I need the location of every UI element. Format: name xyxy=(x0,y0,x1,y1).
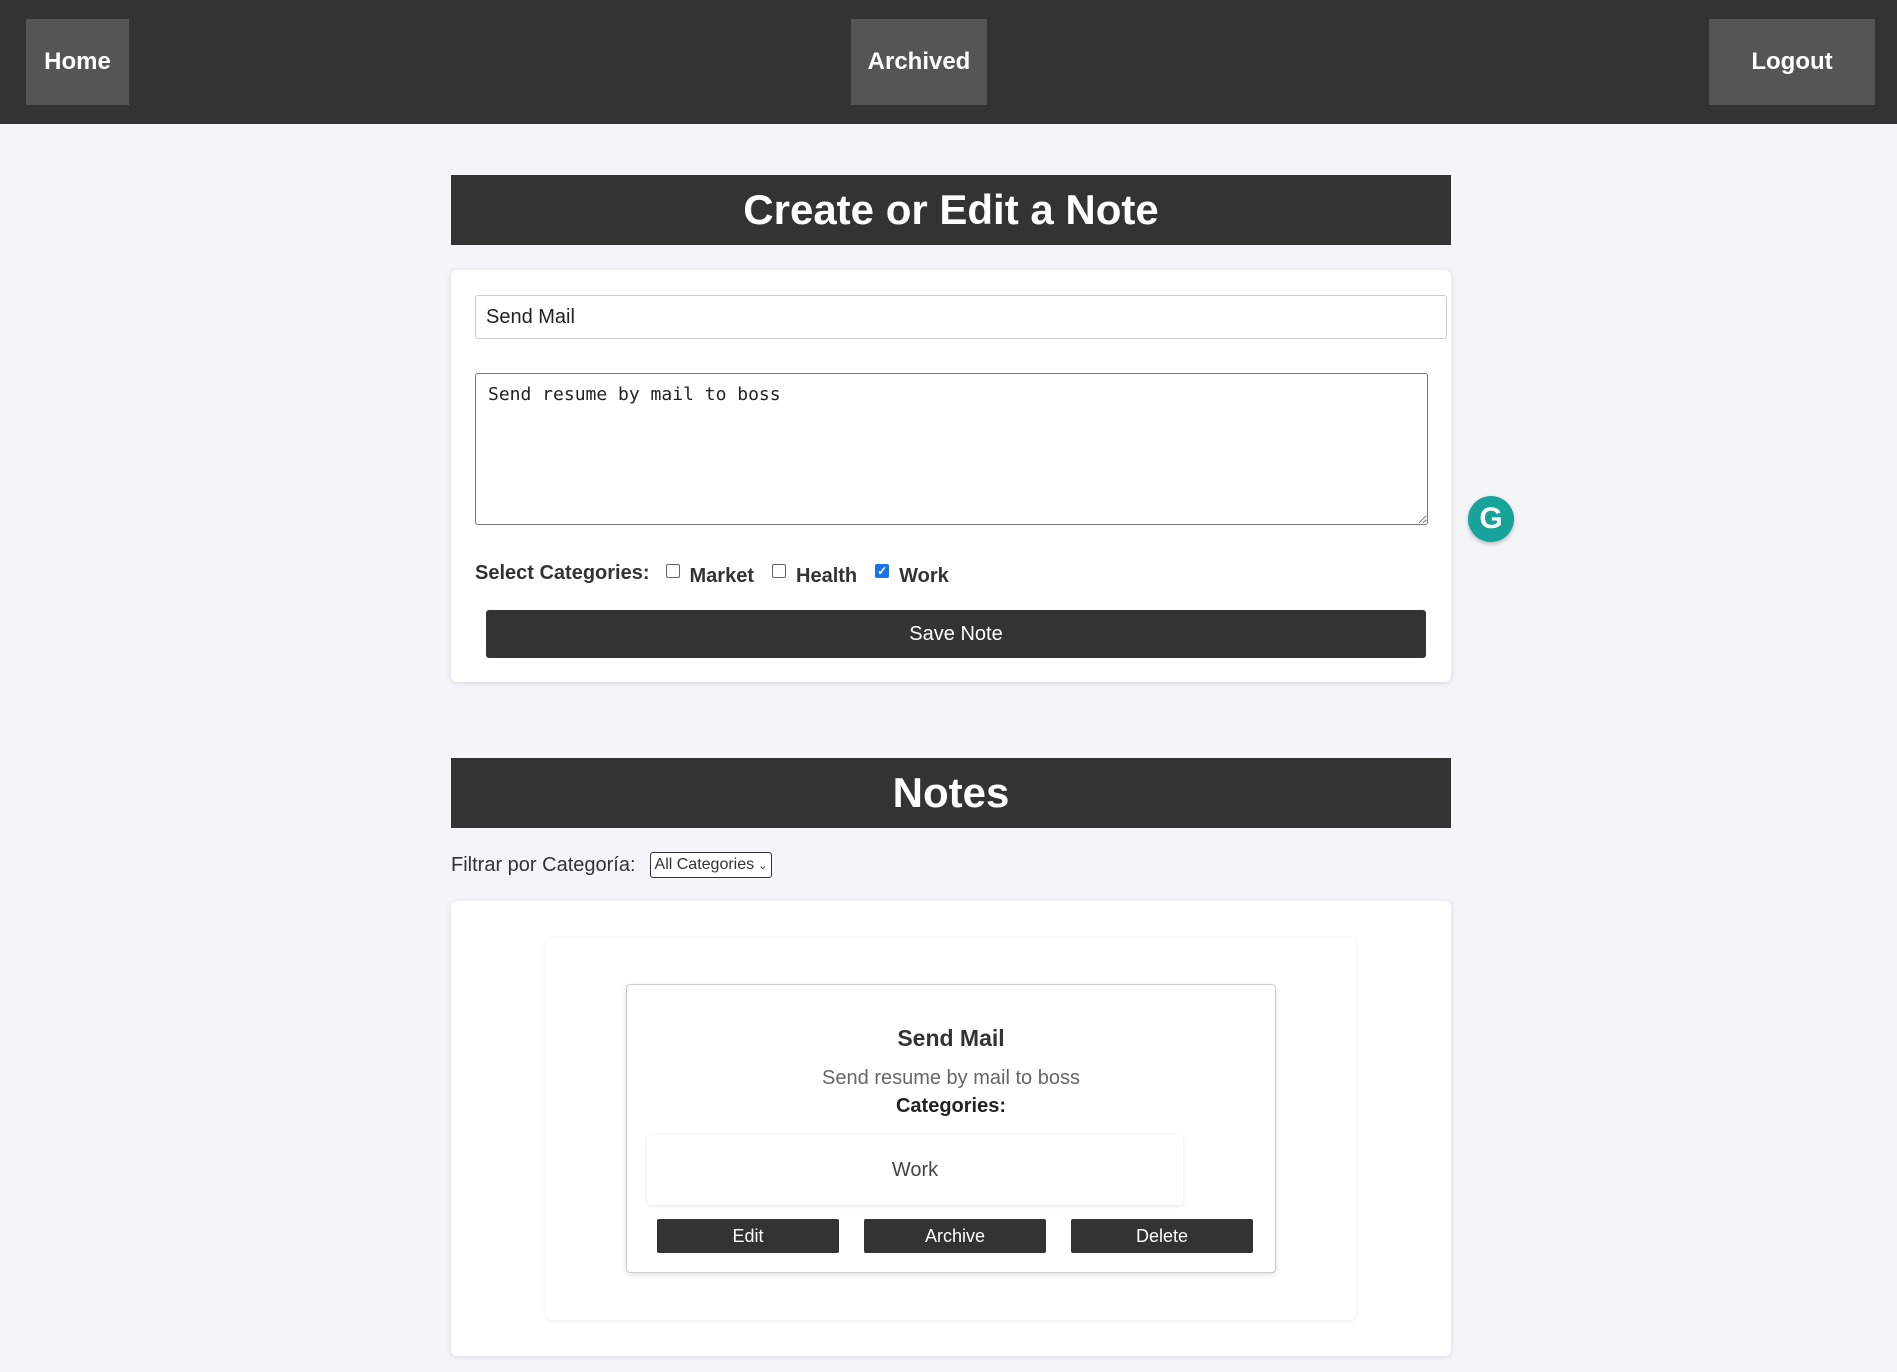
home-button[interactable]: Home xyxy=(26,19,129,105)
notes-list: Send Mail Send resume by mail to boss Ca… xyxy=(451,901,1451,1356)
market-checkbox-label[interactable]: Market xyxy=(690,565,754,588)
create-note-heading: Create or Edit a Note xyxy=(451,175,1451,245)
note-content-textarea[interactable]: Send resume by mail to boss xyxy=(475,373,1428,525)
health-checkbox[interactable] xyxy=(772,564,786,578)
note-card-title: Send Mail xyxy=(897,1025,1005,1051)
work-checkbox[interactable]: ✓ xyxy=(875,564,890,578)
top-navbar: Home Archived Logout xyxy=(0,0,1897,124)
work-checkbox-label[interactable]: Work xyxy=(899,565,949,588)
logout-button[interactable]: Logout xyxy=(1709,19,1875,105)
note-title-input[interactable] xyxy=(475,295,1447,339)
notes-container: Send Mail Send resume by mail to boss Ca… xyxy=(546,938,1356,1320)
categories-selector: Select Categories: Market Health ✓ Work xyxy=(475,556,965,590)
category-filter-select[interactable]: All Categories ⌄ xyxy=(649,852,773,878)
edit-note-button[interactable]: Edit xyxy=(657,1219,839,1253)
delete-note-button[interactable]: Delete xyxy=(1071,1219,1253,1253)
category-filter: Filtrar por Categoría: All Categories ⌄ xyxy=(451,850,773,880)
note-form: Send resume by mail to boss Select Categ… xyxy=(451,270,1451,682)
market-checkbox[interactable] xyxy=(665,564,680,578)
archived-button[interactable]: Archived xyxy=(851,19,987,105)
notes-heading: Notes xyxy=(451,758,1451,828)
chevron-down-icon: ⌄ xyxy=(758,859,768,872)
note-card-category-tag: Work xyxy=(647,1135,1183,1205)
filter-selected-value: All Categories xyxy=(654,856,755,873)
note-card: Send Mail Send resume by mail to boss Ca… xyxy=(626,984,1276,1273)
filter-label: Filtrar por Categoría: xyxy=(451,853,636,876)
archive-note-button[interactable]: Archive xyxy=(864,1219,1046,1253)
categories-label: Select Categories: xyxy=(475,561,650,584)
save-note-button[interactable]: Save Note xyxy=(486,610,1426,658)
health-checkbox-label[interactable]: Health xyxy=(796,565,857,588)
note-card-content: Send resume by mail to boss xyxy=(822,1067,1080,1089)
grammarly-icon[interactable]: G xyxy=(1468,496,1514,542)
note-card-categories-label: Categories: xyxy=(895,1095,1007,1117)
